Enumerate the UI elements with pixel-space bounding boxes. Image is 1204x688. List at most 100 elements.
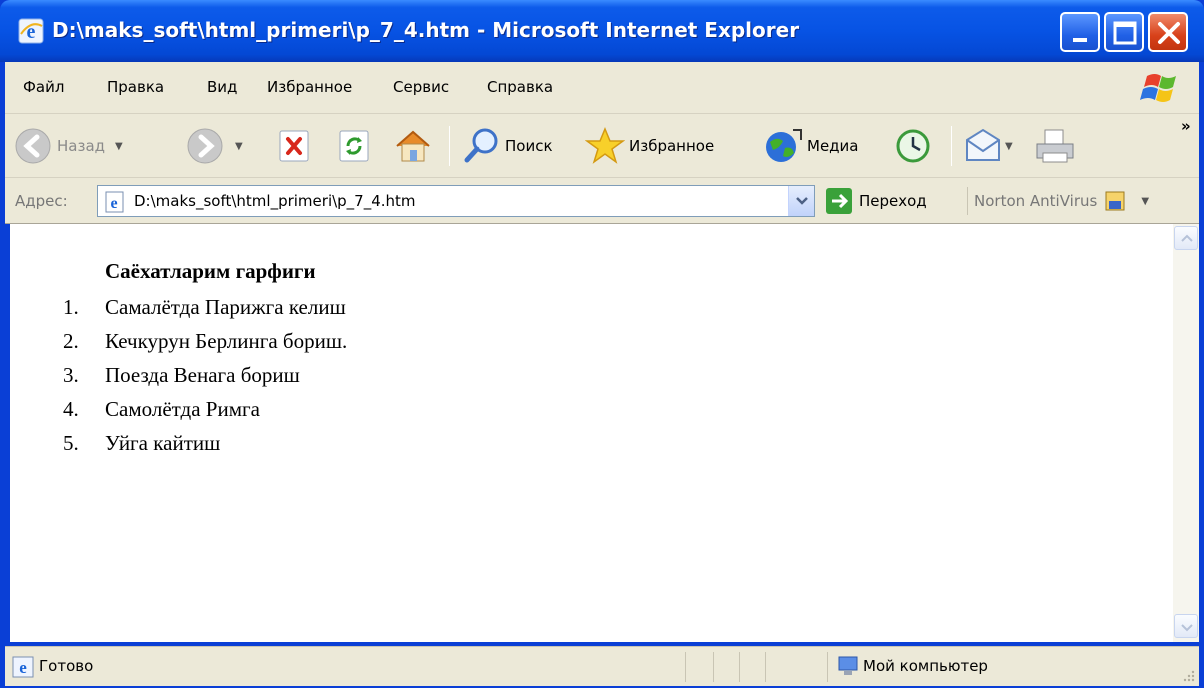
- security-zone: Мой компьютер: [863, 657, 988, 675]
- favorites-label: Избранное: [629, 137, 715, 155]
- address-dropdown[interactable]: [788, 186, 814, 216]
- home-button[interactable]: [393, 122, 433, 170]
- go-button[interactable]: Переход: [825, 185, 927, 217]
- chevron-down-icon: [796, 197, 808, 205]
- status-panel: [765, 652, 766, 682]
- norton-toolbar[interactable]: Norton AntiVirus ▼: [967, 187, 1149, 215]
- close-icon: [1158, 22, 1180, 44]
- ie-page-icon: e: [12, 656, 34, 678]
- list-item: 2. Кечкурун Берлинга бориш.: [57, 324, 347, 358]
- menu-file[interactable]: Файл: [23, 78, 64, 96]
- back-label: Назад: [57, 137, 106, 155]
- toolbar-separator: [951, 126, 952, 166]
- minimize-icon: [1073, 38, 1087, 42]
- resize-grip-icon[interactable]: [1181, 668, 1195, 682]
- star-icon: [585, 127, 625, 164]
- list-item-text: Поезда Венага бориш: [105, 363, 300, 387]
- history-icon: [896, 129, 930, 163]
- page-content: Саёхатларим гарфиги 1. Самалётда Парижга …: [10, 224, 1173, 642]
- status-bar: e Готово Мой компьютер: [5, 646, 1199, 686]
- page-icon: e: [105, 191, 124, 213]
- menu-favorites[interactable]: Избранное: [267, 78, 352, 96]
- scroll-down-button[interactable]: [1174, 614, 1198, 638]
- list-item: 4. Самолётда Римга: [57, 392, 347, 426]
- address-label: Адрес:: [15, 192, 68, 210]
- status-panel: [713, 652, 714, 682]
- media-globe-icon: [766, 129, 802, 162]
- stop-button[interactable]: [277, 122, 313, 170]
- search-label: Поиск: [505, 137, 553, 155]
- status-panel: [827, 652, 828, 682]
- list-number: 5.: [63, 431, 79, 455]
- status-panel: [739, 652, 740, 682]
- back-arrow-icon: [15, 128, 51, 164]
- menu-help[interactable]: Справка: [487, 78, 553, 96]
- menu-tools[interactable]: Сервис: [393, 78, 449, 96]
- maximize-icon: [1113, 21, 1137, 45]
- list-item: 5. Уйга кайтиш: [57, 426, 347, 460]
- search-button[interactable]: Поиск: [461, 122, 553, 170]
- page-heading: Саёхатларим гарфиги: [105, 259, 316, 283]
- menu-view[interactable]: Вид: [207, 78, 237, 96]
- norton-icon: [1105, 191, 1125, 211]
- norton-label: Norton AntiVirus: [974, 192, 1098, 210]
- list-item-text: Самалётда Парижга келиш: [105, 295, 346, 319]
- list-item-text: Уйга кайтиш: [105, 431, 221, 455]
- close-button[interactable]: [1148, 12, 1188, 52]
- list-number: 1.: [63, 295, 79, 319]
- media-label: Медиа: [807, 137, 859, 155]
- refresh-icon: [339, 130, 369, 162]
- scroll-up-button[interactable]: [1174, 226, 1198, 250]
- search-icon: [464, 128, 498, 163]
- media-button[interactable]: Медиа: [763, 122, 858, 170]
- list-item-text: Кечкурун Берлинга бориш.: [105, 329, 348, 353]
- home-icon: [396, 130, 430, 162]
- chevron-down-icon: [1181, 624, 1193, 632]
- title-bar[interactable]: e D:\maks_soft\html_primeri\p_7_4.htm - …: [0, 0, 1204, 62]
- svg-text:e: e: [110, 195, 117, 212]
- trip-list: 1. Самалётда Парижга келиш 2. Кечкурун Бер…: [57, 290, 347, 460]
- forward-arrow-icon: [187, 128, 223, 164]
- menu-bar: Файл Правка Вид Избранное Сервис Справка: [5, 62, 1199, 114]
- list-number: 3.: [63, 363, 79, 387]
- browser-window: e D:\maks_soft\html_primeri\p_7_4.htm - …: [0, 0, 1204, 688]
- toolbar-chevron[interactable]: »: [1181, 116, 1191, 136]
- minimize-button[interactable]: [1060, 12, 1100, 52]
- ie-logo-icon: e: [18, 18, 44, 44]
- favorites-button[interactable]: Избранное: [585, 122, 714, 170]
- my-computer-icon: [838, 656, 858, 675]
- chevron-down-icon[interactable]: ▼: [1141, 196, 1149, 207]
- printer-icon: [1036, 129, 1074, 163]
- chevron-down-icon[interactable]: ▼: [235, 141, 243, 152]
- menu-edit[interactable]: Правка: [107, 78, 164, 96]
- status-text: Готово: [39, 657, 94, 675]
- forward-button[interactable]: ▼: [185, 122, 243, 170]
- list-item: 1. Самалётда Парижга келиш: [57, 290, 347, 324]
- print-button[interactable]: [1033, 122, 1077, 170]
- address-bar: Адрес: e D:\maks_soft\html_primeri\p_7_4…: [5, 178, 1199, 224]
- history-button[interactable]: [893, 122, 933, 170]
- chevron-up-icon: [1181, 234, 1193, 242]
- maximize-button[interactable]: [1104, 12, 1144, 52]
- list-number: 4.: [63, 397, 79, 421]
- toolbar-separator: [449, 126, 450, 166]
- address-value: D:\maks_soft\html_primeri\p_7_4.htm: [134, 192, 416, 210]
- vertical-scrollbar[interactable]: [1173, 224, 1199, 642]
- list-item: 3. Поезда Венага бориш: [57, 358, 347, 392]
- window-title: D:\maks_soft\html_primeri\p_7_4.htm - Mi…: [52, 18, 800, 42]
- address-input[interactable]: e D:\maks_soft\html_primeri\p_7_4.htm: [97, 185, 815, 217]
- mail-icon: [966, 128, 1000, 161]
- list-item-text: Самолётда Римга: [105, 397, 260, 421]
- refresh-button[interactable]: [337, 122, 373, 170]
- svg-text:e: e: [19, 658, 27, 677]
- go-arrow-icon: [826, 188, 852, 214]
- chevron-down-icon[interactable]: ▼: [115, 141, 123, 152]
- mail-button[interactable]: ▼: [963, 122, 1013, 170]
- back-button[interactable]: Назад ▼: [13, 122, 123, 170]
- list-number: 2.: [63, 329, 79, 353]
- chevron-down-icon[interactable]: ▼: [1005, 141, 1013, 152]
- windows-logo-icon: [1133, 66, 1189, 110]
- stop-icon: [279, 130, 309, 162]
- status-panel: [685, 652, 686, 682]
- standard-toolbar: Назад ▼ ▼ Поиск Избранное Медиа ▼ »: [5, 114, 1199, 178]
